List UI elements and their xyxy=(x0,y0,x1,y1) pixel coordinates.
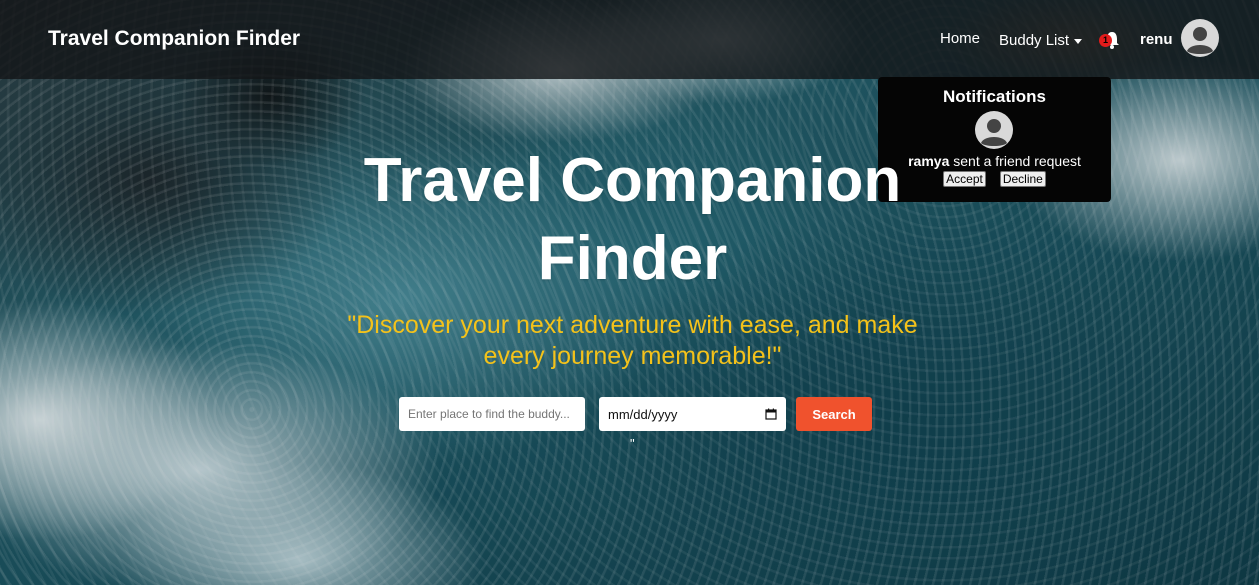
navbar: Travel Companion Finder Home Buddy List … xyxy=(0,0,1259,79)
date-input[interactable]: mm/dd/yyyy xyxy=(599,397,786,431)
avatar-icon xyxy=(1181,19,1219,57)
nav-home-link[interactable]: Home xyxy=(940,30,980,47)
notification-text: sent a friend request xyxy=(953,153,1081,169)
brand-title[interactable]: Travel Companion Finder xyxy=(48,27,300,51)
nav-buddy-list-dropdown[interactable]: Buddy List xyxy=(999,32,1083,49)
notification-bell-button[interactable]: 1 xyxy=(1099,30,1122,50)
username-label: renu xyxy=(1140,31,1173,48)
search-button[interactable]: Search xyxy=(796,397,872,431)
notifications-title: Notifications xyxy=(943,87,1046,106)
stray-text: " xyxy=(630,436,635,451)
notification-count-badge: 1 xyxy=(1099,34,1112,47)
place-search-input[interactable] xyxy=(399,397,585,431)
hero-tagline: "Discover your next adventure with ease,… xyxy=(347,311,918,370)
date-value: mm/dd/yyyy xyxy=(608,406,678,422)
decline-button[interactable]: Decline xyxy=(999,171,1046,187)
caret-down-icon xyxy=(1074,39,1083,44)
hero-title: Travel Companion Finder xyxy=(363,146,902,293)
calendar-icon[interactable] xyxy=(765,408,777,420)
user-avatar-button[interactable] xyxy=(1181,19,1219,57)
buddy-list-label: Buddy List xyxy=(999,32,1070,49)
sender-avatar xyxy=(975,111,1013,149)
avatar-icon xyxy=(975,111,1013,149)
